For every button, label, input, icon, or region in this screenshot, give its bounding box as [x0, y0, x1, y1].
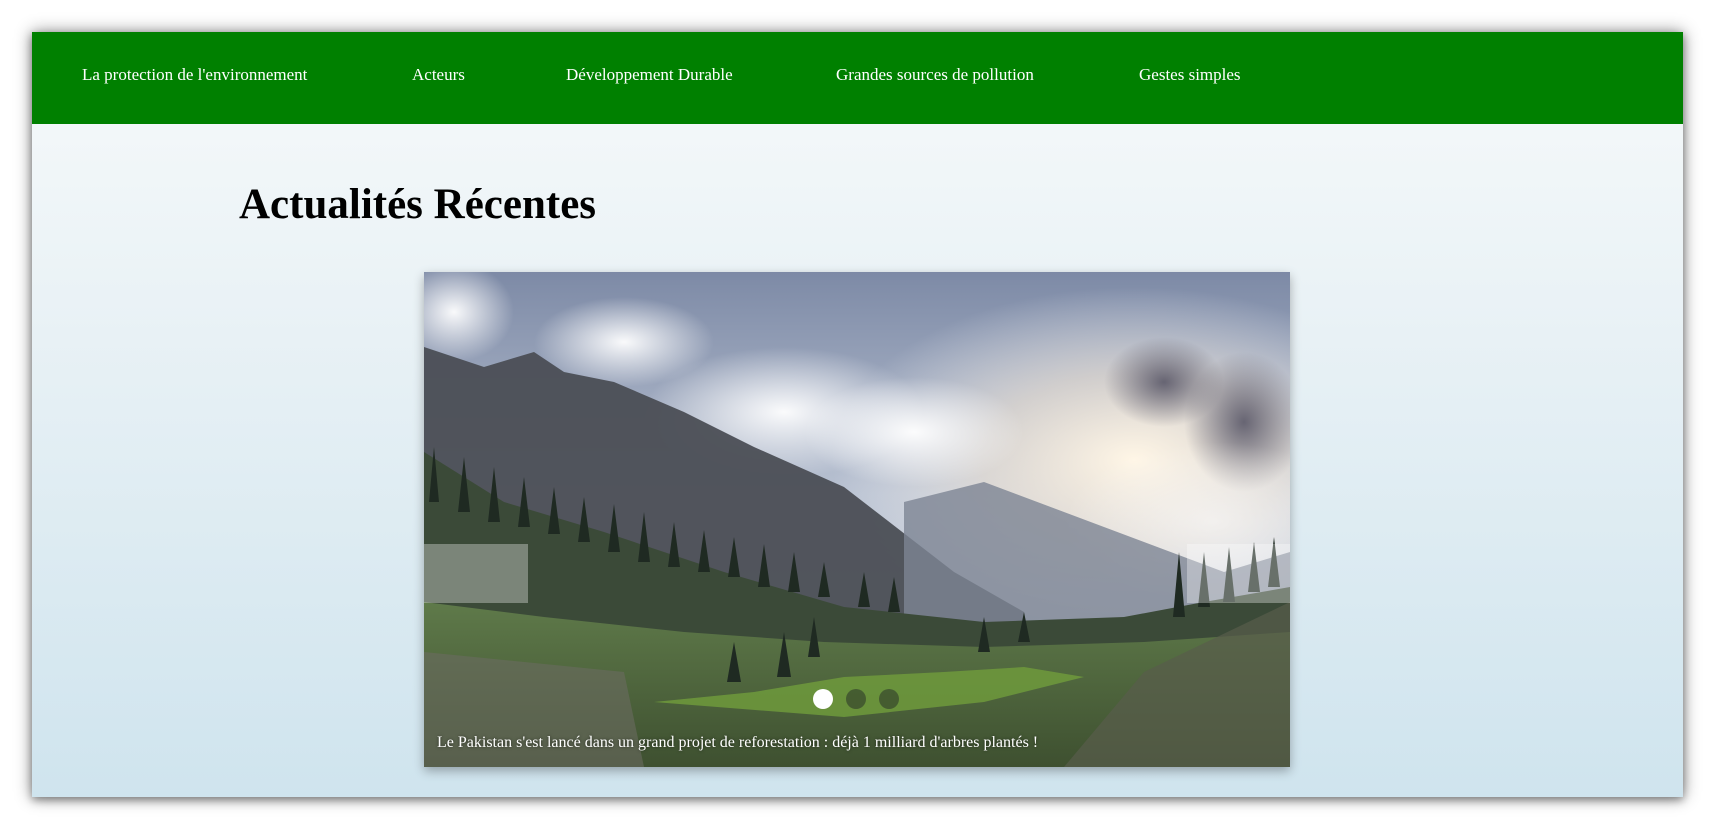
slider-prev-button[interactable]: [424, 544, 528, 603]
news-slider: Le Pakistan s'est lancé dans un grand pr…: [424, 272, 1290, 767]
slider-dot-1[interactable]: [813, 689, 833, 709]
page-title: Actualités Récentes: [239, 181, 597, 228]
top-navigation-bar: La protection de l'environnement Acteurs…: [32, 32, 1683, 124]
browser-window: La protection de l'environnement Acteurs…: [32, 32, 1683, 797]
slider-dot-2[interactable]: [846, 689, 866, 709]
slider-next-button[interactable]: [1187, 544, 1290, 603]
slider-dot-3[interactable]: [879, 689, 899, 709]
slide-caption: Le Pakistan s'est lancé dans un grand pr…: [437, 734, 1039, 751]
nav-link-protection-environnement[interactable]: La protection de l'environnement: [82, 65, 307, 85]
nav-link-acteurs[interactable]: Acteurs: [412, 65, 465, 85]
nav-link-developpement-durable[interactable]: Développement Durable: [566, 65, 733, 85]
nav-link-gestes-simples[interactable]: Gestes simples: [1139, 65, 1241, 85]
nav-link-sources-pollution[interactable]: Grandes sources de pollution: [836, 65, 1034, 85]
